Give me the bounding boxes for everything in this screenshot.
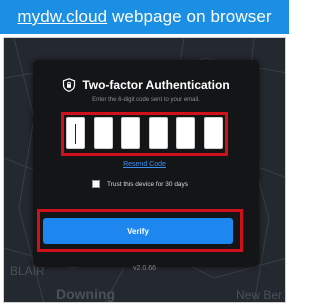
map-label-area: New Ber — [236, 288, 283, 302]
trust-device-checkbox[interactable] — [92, 180, 100, 188]
caption-text: mydw.cloud webpage on browser — [17, 7, 271, 27]
trust-device-row[interactable]: Trust this device for 30 days — [92, 180, 188, 188]
dialog-header: Two-factor Authentication — [33, 78, 259, 92]
caption-site: mydw.cloud — [17, 7, 108, 26]
code-digit-1[interactable] — [66, 117, 85, 149]
trust-device-label: Trust this device for 30 days — [107, 180, 189, 188]
code-digit-6[interactable] — [203, 117, 223, 149]
map-label-town: Downing — [56, 286, 116, 302]
caption-suffix: webpage on browser — [107, 7, 272, 26]
code-digit-2[interactable] — [93, 117, 113, 149]
code-digit-4[interactable] — [148, 117, 168, 149]
verify-button[interactable]: Verify — [43, 218, 233, 244]
code-digit-3[interactable] — [121, 117, 141, 149]
dialog-title: Two-factor Authentication — [82, 78, 230, 92]
resend-code-link[interactable]: Resend Code — [0, 161, 289, 168]
code-digit-5[interactable] — [176, 117, 196, 149]
dialog-subtitle: Enter the 6-digit code sent to your emai… — [92, 97, 200, 103]
shield-lock-icon — [62, 78, 76, 92]
caption-banner: mydw.cloud webpage on browser — [0, 0, 289, 34]
code-inputs — [66, 117, 223, 151]
version-text: v2.0.66 — [133, 265, 156, 272]
